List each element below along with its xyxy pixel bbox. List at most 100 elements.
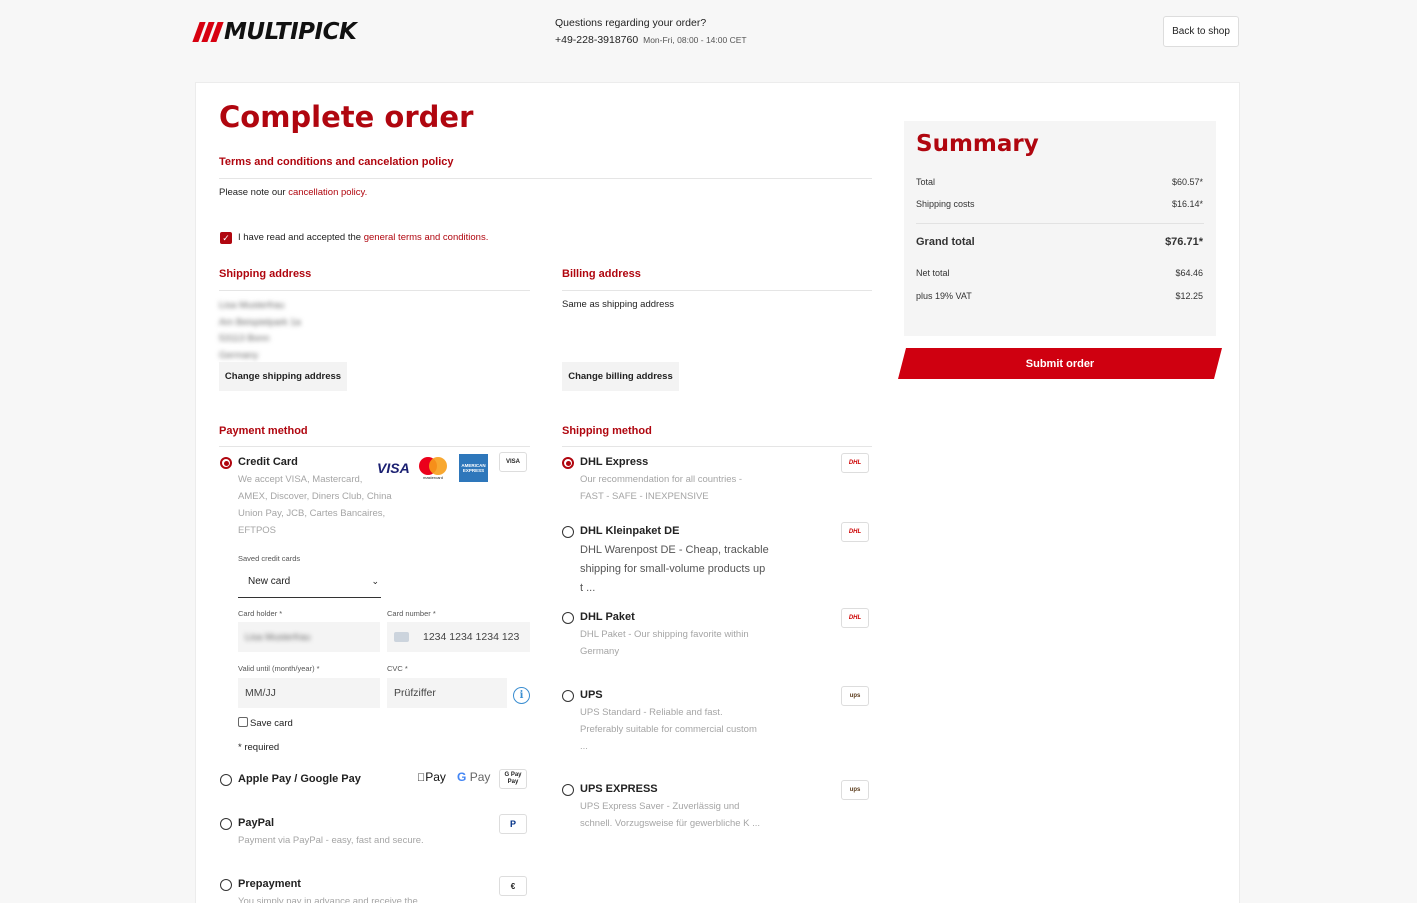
wallet-pay-label[interactable]: Apple Pay / Google Pay — [238, 773, 361, 785]
description-line: Preferably suitable for commercial custo… — [580, 724, 757, 735]
ups-label[interactable]: UPS — [580, 689, 603, 701]
cvc-input[interactable]: Prüfziffer — [387, 678, 507, 708]
card-holder-label: Card holder * — [238, 609, 283, 618]
saved-cards-value: New card — [248, 576, 291, 587]
required-note: * required — [238, 742, 280, 753]
shipping-method-title: Shipping method — [562, 425, 652, 437]
card-icon — [394, 632, 409, 642]
change-billing-address-button[interactable]: Change billing address — [562, 362, 679, 391]
saved-cards-label: Saved credit cards — [238, 554, 301, 563]
apple-pay-text: Pay — [417, 770, 446, 784]
card-holder-value: Lisa Musterfrau — [245, 631, 311, 643]
description-line: AMEX, Discover, Diners Club, China — [238, 491, 392, 502]
google-pay-text: Pay — [469, 770, 491, 784]
divider — [219, 290, 530, 291]
divider — [916, 223, 1204, 224]
change-shipping-address-button[interactable]: Change shipping address — [219, 362, 347, 391]
description-line: UPS Standard - Reliable and fast. — [580, 707, 723, 718]
save-card-label[interactable]: Save card — [250, 718, 293, 729]
wallet-combo-icon: G Pay Pay — [499, 769, 527, 789]
total-label: Total — [916, 177, 936, 187]
address-line: 53113 Bonn — [219, 333, 270, 344]
terms-checkbox[interactable]: ✓ — [220, 232, 232, 244]
vat-label: plus 19% VAT — [916, 291, 972, 301]
dhl-paket-label[interactable]: DHL Paket — [580, 611, 635, 623]
logo[interactable]: MULTIPICK — [192, 18, 386, 46]
divider — [562, 290, 872, 291]
paypal-radio[interactable] — [220, 818, 232, 830]
amex-icon: AMERICAN EXPRESS — [459, 454, 488, 482]
contact-phone: +49-228-3918760 Mon-Fri, 08:00 - 14:00 C… — [555, 34, 747, 46]
description-line: Union Pay, JCB, Cartes Bancaires, — [238, 508, 386, 519]
summary-title: Summary — [916, 131, 1039, 157]
description-line: Germany — [580, 646, 620, 657]
page-title: Complete order — [219, 100, 474, 134]
billing-address-text: Same as shipping address — [562, 299, 674, 310]
svg-text:mastercard: mastercard — [423, 475, 443, 480]
contact-question: Questions regarding your order? — [555, 17, 707, 29]
paypal-icon: P — [499, 814, 527, 834]
cancellation-note: Please note our cancellation policy. — [219, 187, 367, 198]
logo-mark-icon — [192, 22, 224, 42]
divider — [219, 178, 872, 179]
card-number-placeholder: 1234 1234 1234 123 — [423, 631, 520, 643]
address-line: Lisa Musterfrau — [219, 300, 285, 311]
description-line: shipping for small-volume products up — [580, 563, 766, 575]
cvc-label: CVC * — [387, 664, 408, 673]
dhl-express-radio[interactable] — [562, 457, 574, 469]
info-icon[interactable]: i — [513, 687, 530, 704]
wallet-pay-radio[interactable] — [220, 774, 232, 786]
card-generic-icon: VISA — [499, 452, 527, 472]
ups-express-label[interactable]: UPS EXPRESS — [580, 783, 658, 795]
submit-order-button[interactable]: Submit order — [898, 348, 1222, 379]
credit-card-radio[interactable] — [220, 457, 232, 469]
dhl-kleinpaket-radio[interactable] — [562, 526, 574, 538]
valid-until-label: Valid until (month/year) * — [238, 664, 320, 673]
prepayment-radio[interactable] — [220, 879, 232, 891]
logo-text: MULTIPICK — [224, 19, 357, 45]
ups-radio[interactable] — [562, 690, 574, 702]
address-line: Am Beispielpark 1a — [219, 316, 301, 328]
prepayment-label[interactable]: Prepayment — [238, 878, 301, 890]
bank-transfer-icon: € — [499, 876, 527, 896]
ups-icon: ups — [841, 686, 869, 706]
contact-hours: Mon-Fri, 08:00 - 14:00 CET — [643, 35, 747, 45]
cancellation-policy-link[interactable]: cancellation policy. — [288, 187, 367, 198]
terms-accept-label: I have read and accepted the — [238, 232, 362, 243]
description-line: DHL Paket - Our shipping favorite within — [580, 629, 749, 640]
wallet-combo-bottom: Pay — [507, 779, 519, 785]
prepayment-description: You simply pay in advance and receive th… — [238, 896, 418, 903]
save-card-checkbox[interactable] — [238, 717, 248, 727]
description-line: EFTPOS — [238, 525, 277, 536]
card-number-input[interactable]: 1234 1234 1234 123 — [387, 622, 530, 652]
ups-express-icon: ups — [841, 780, 869, 800]
phone-number[interactable]: +49-228-3918760 — [555, 34, 638, 46]
credit-card-label[interactable]: Credit Card — [238, 456, 298, 468]
dhl-express-label[interactable]: DHL Express — [580, 456, 648, 468]
net-total-value: $64.46 — [1175, 268, 1203, 278]
apple-pay-icon: Pay — [417, 770, 446, 784]
description-line: We accept VISA, Mastercard, — [238, 474, 363, 485]
valid-until-input[interactable]: MM/JJ — [238, 678, 380, 708]
saved-cards-select[interactable]: New card ⌄ — [238, 567, 381, 598]
description-line: UPS Express Saver - Zuverlässig und — [580, 801, 740, 812]
dhl-kleinpaket-label[interactable]: DHL Kleinpaket DE — [580, 525, 679, 537]
dhl-express-icon: DHL — [841, 453, 869, 473]
paypal-label[interactable]: PayPal — [238, 817, 274, 829]
visa-icon: VISA — [377, 460, 410, 476]
shipping-address-block: Lisa Musterfrau Am Beispielpark 1a 53113… — [219, 298, 301, 364]
card-holder-input[interactable]: Lisa Musterfrau — [238, 622, 380, 652]
ups-express-radio[interactable] — [562, 784, 574, 796]
terms-link[interactable]: general terms and conditions. — [364, 232, 489, 243]
ups-description: UPS Standard - Reliable and fast. Prefer… — [580, 704, 757, 755]
description-line: Our recommendation for all countries - — [580, 474, 743, 485]
description-line: t ... — [580, 582, 596, 594]
dhl-paket-radio[interactable] — [562, 612, 574, 624]
cancellation-note-text: Please note our — [219, 187, 286, 198]
back-to-shop-button[interactable]: Back to shop — [1163, 16, 1239, 47]
dhl-kleinpaket-description: DHL Warenpost DE - Cheap, trackable ship… — [580, 541, 769, 598]
terms-accept-text: I have read and accepted the general ter… — [238, 232, 488, 243]
shipping-costs-label: Shipping costs — [916, 199, 975, 209]
google-pay-icon: G Pay — [457, 770, 491, 784]
shipping-costs-value: $16.14* — [1171, 199, 1203, 209]
